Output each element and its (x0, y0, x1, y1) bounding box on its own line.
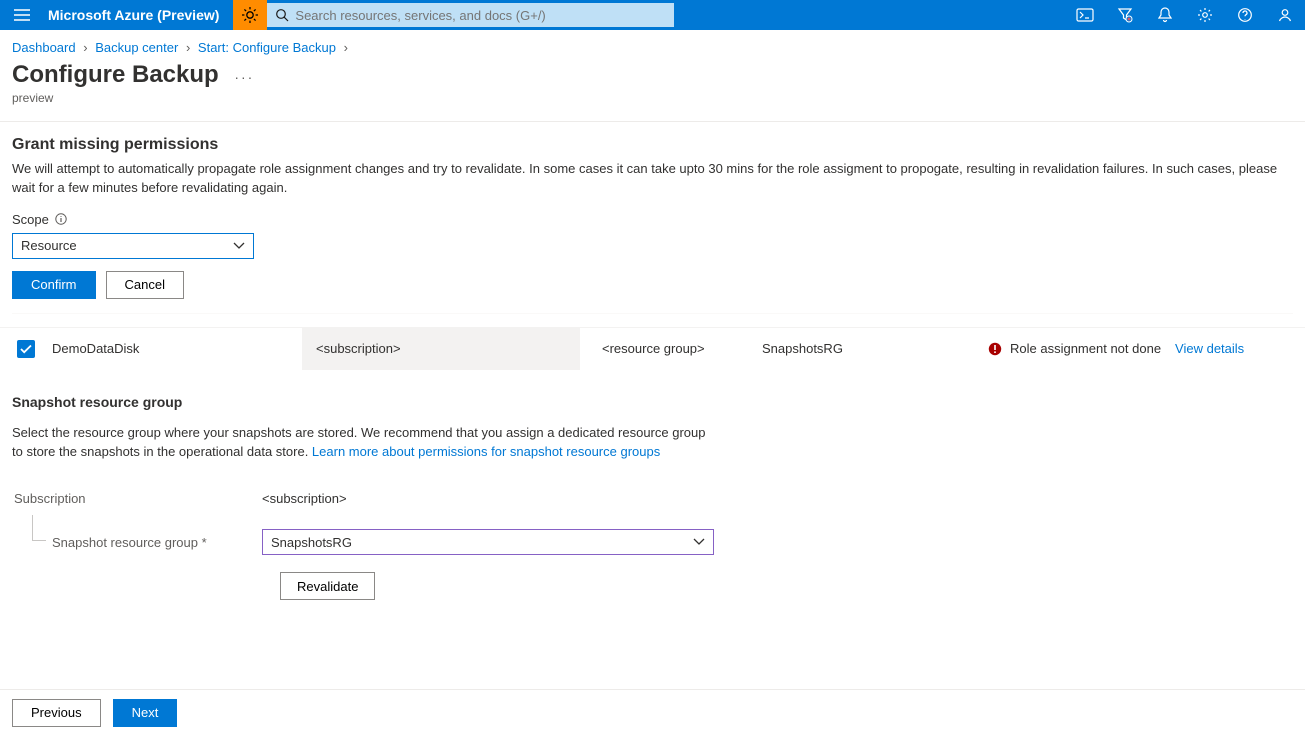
chevron-right-icon: › (344, 40, 348, 55)
breadcrumb-configure-backup[interactable]: Start: Configure Backup (198, 40, 336, 55)
global-search[interactable] (267, 3, 674, 27)
tree-line-icon (32, 515, 46, 541)
cloud-shell-icon (1076, 8, 1094, 22)
directories-button[interactable] (1105, 0, 1145, 30)
confirm-button[interactable]: Confirm (12, 271, 96, 299)
chevron-right-icon: › (83, 40, 87, 55)
global-search-input[interactable] (295, 8, 666, 23)
row-checkbox[interactable] (17, 340, 35, 358)
grant-description: We will attempt to automatically propaga… (12, 160, 1293, 198)
snapshot-section: Snapshot resource group Select the resou… (0, 370, 1305, 602)
chevron-right-icon: › (186, 40, 190, 55)
menu-icon (14, 9, 30, 21)
breadcrumb-dashboard[interactable]: Dashboard (12, 40, 76, 55)
more-actions[interactable]: ··· (234, 69, 254, 85)
snapshot-rg-select[interactable]: SnapshotsRG (262, 529, 714, 555)
preview-sun-icon (241, 6, 259, 24)
person-icon (1277, 7, 1293, 23)
snapshot-rg-label: Snapshot resource group * (52, 535, 207, 550)
snapshot-title: Snapshot resource group (12, 394, 1293, 410)
table-row: DemoDataDisk <subscription> <resource gr… (0, 328, 1305, 370)
error-icon (988, 342, 1002, 356)
feedback-button[interactable] (1265, 0, 1305, 30)
subscription-label: Subscription (12, 491, 262, 506)
help-button[interactable] (1225, 0, 1265, 30)
scope-select[interactable]: Resource (12, 233, 254, 259)
status-text: Role assignment not done (1010, 341, 1161, 356)
cell-resource-name: DemoDataDisk (52, 341, 302, 356)
scope-label: Scope (12, 212, 49, 227)
topbar-actions (1065, 0, 1305, 30)
snapshot-learn-more-link[interactable]: Learn more about permissions for snapsho… (312, 444, 660, 459)
bell-icon (1158, 7, 1172, 23)
chevron-down-icon (693, 538, 705, 546)
grant-title: Grant missing permissions (12, 136, 1293, 154)
next-button[interactable]: Next (113, 699, 178, 727)
cell-resource-group: <resource group> (588, 341, 748, 356)
subscription-value: <subscription> (262, 491, 347, 506)
revalidate-button[interactable]: Revalidate (280, 572, 375, 600)
page-subtitle: preview (12, 91, 1293, 105)
hamburger-menu[interactable] (0, 0, 44, 30)
brand-label: Microsoft Azure (Preview) (44, 7, 233, 23)
grant-section: Grant missing permissions We will attemp… (0, 122, 1305, 370)
help-icon (1237, 7, 1253, 23)
preview-badge[interactable] (233, 0, 267, 30)
snapshot-rg-value: SnapshotsRG (271, 535, 352, 550)
cell-status: Role assignment not done View details (984, 341, 1305, 356)
gear-icon (1197, 7, 1213, 23)
page-title: Configure Backup (12, 61, 219, 89)
filter-icon (1117, 7, 1133, 23)
previous-button[interactable]: Previous (12, 699, 101, 727)
breadcrumb: Dashboard › Backup center › Start: Confi… (0, 30, 1305, 55)
wizard-footer: Previous Next (0, 689, 1305, 735)
chevron-down-icon (233, 242, 245, 250)
cancel-button[interactable]: Cancel (106, 271, 184, 299)
cell-subscription: <subscription> (302, 328, 550, 370)
grid-header-clipped (0, 314, 1305, 328)
view-details-link[interactable]: View details (1175, 341, 1244, 356)
info-icon[interactable] (55, 213, 67, 225)
cloud-shell-button[interactable] (1065, 0, 1105, 30)
breadcrumb-backup-center[interactable]: Backup center (95, 40, 178, 55)
notifications-button[interactable] (1145, 0, 1185, 30)
top-bar: Microsoft Azure (Preview) (0, 0, 1305, 30)
resources-grid: DemoDataDisk <subscription> <resource gr… (12, 313, 1293, 370)
checkmark-icon (20, 344, 32, 354)
cell-gap (550, 328, 580, 370)
scope-value: Resource (21, 238, 77, 253)
page-header: Configure Backup ··· preview (0, 55, 1305, 109)
cell-snapshot-rg: SnapshotsRG (748, 341, 984, 356)
search-icon (275, 8, 289, 22)
settings-button[interactable] (1185, 0, 1225, 30)
